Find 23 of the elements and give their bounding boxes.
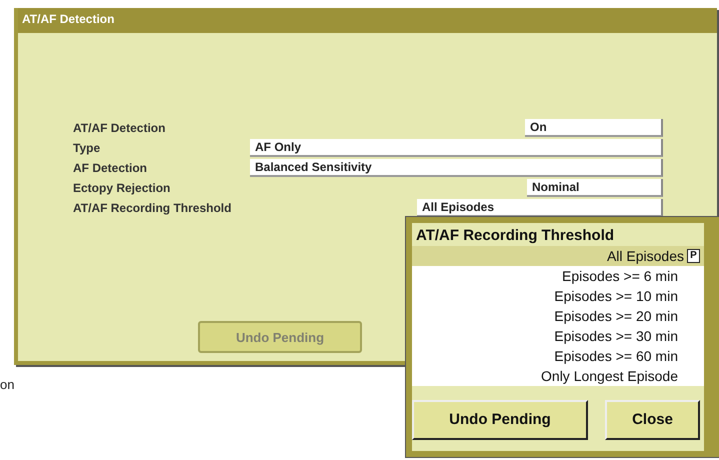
value-field[interactable]: All Episodes [417, 199, 663, 217]
value-field[interactable]: Nominal [527, 179, 663, 197]
setting-label: AT/AF Detection [73, 121, 166, 135]
value-field[interactable]: Balanced Sensitivity [250, 159, 663, 177]
setting-label: Type [73, 141, 100, 155]
setting-label: AT/AF Recording Threshold [73, 201, 232, 215]
option-item[interactable]: Only Longest Episode [412, 366, 704, 386]
setting-label: AF Detection [73, 161, 148, 175]
option-item[interactable]: Episodes >= 20 min [412, 306, 704, 326]
setting-label: Ectopy Rejection [73, 181, 170, 195]
popup-title: AT/AF Recording Threshold [412, 223, 704, 246]
value-field[interactable]: On [525, 119, 663, 137]
option-item[interactable]: Episodes >= 6 min [412, 266, 704, 286]
option-item[interactable]: Episodes >= 30 min [412, 326, 704, 346]
option-item[interactable]: Episodes >= 60 min [412, 346, 704, 366]
option-item[interactable]: Episodes >= 10 min [412, 286, 704, 306]
option-item[interactable]: All Episodes P [412, 246, 704, 266]
window-title: AT/AF Detection [18, 8, 717, 33]
value-field[interactable]: AF Only [250, 139, 663, 157]
close-button[interactable]: Close [605, 400, 700, 440]
side-text: on [0, 377, 14, 392]
undo-pending-button[interactable]: Undo Pending [412, 400, 588, 440]
pending-badge: P [687, 249, 700, 263]
